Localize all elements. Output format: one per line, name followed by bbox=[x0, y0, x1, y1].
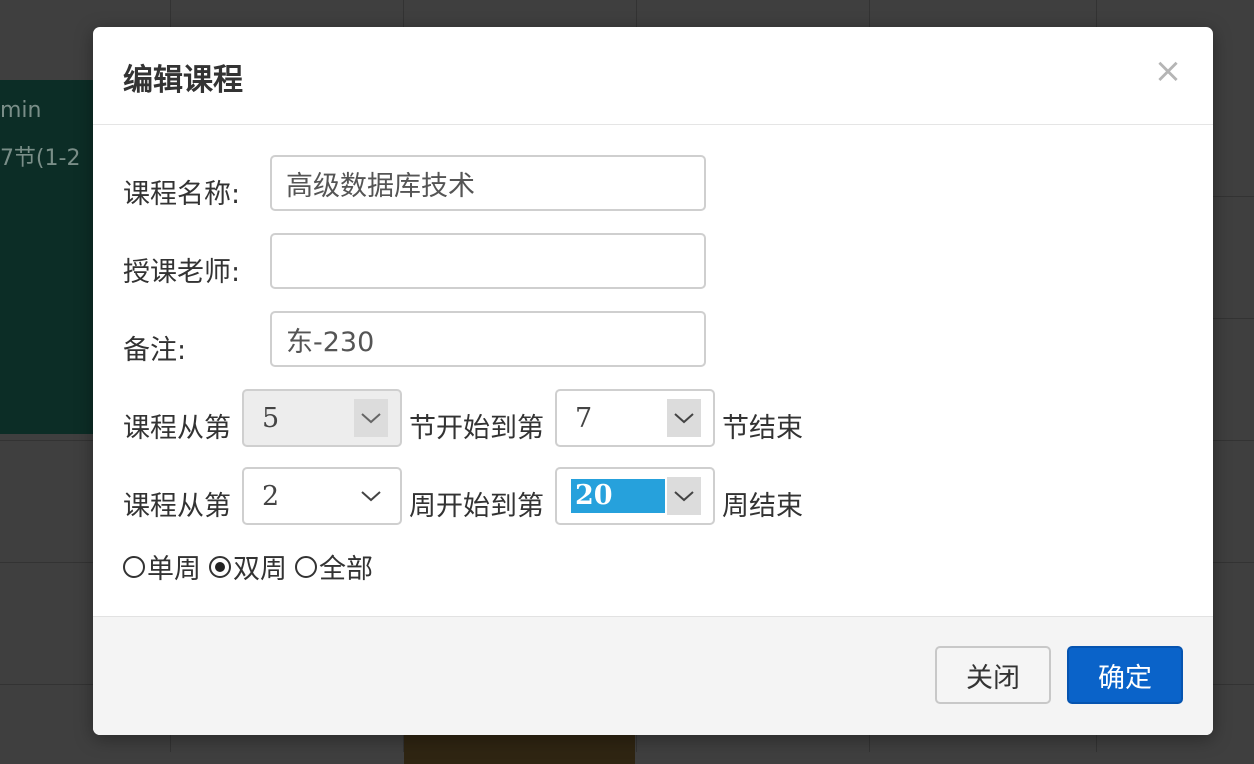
week-end-value: 20 bbox=[571, 479, 665, 513]
period-suffix-label: 节结束 bbox=[722, 413, 803, 444]
week-type-radio-group: 单周 双周 全部 bbox=[123, 547, 381, 586]
period-start-select[interactable]: 5 bbox=[242, 389, 402, 447]
week-middle-label: 周开始到第 bbox=[409, 491, 544, 522]
week-end-select[interactable]: 20 bbox=[555, 467, 715, 525]
remark-label: 备注: bbox=[123, 335, 187, 366]
period-start-value: 5 bbox=[262, 403, 280, 434]
chevron-down-icon bbox=[667, 399, 701, 437]
radio-circle-icon[interactable] bbox=[295, 555, 317, 578]
radio-circle-checked-icon[interactable] bbox=[209, 555, 231, 578]
week-start-value: 2 bbox=[262, 481, 280, 512]
close-icon[interactable]: × bbox=[1153, 53, 1183, 89]
dialog-footer: 关闭 确定 bbox=[93, 616, 1213, 735]
close-button[interactable]: 关闭 bbox=[935, 646, 1051, 704]
dialog-body: 课程名称: 授课老师: 备注: 课程从第 5 节开始到第 7 节结束 课程从第 … bbox=[93, 125, 1213, 617]
radio-all-weeks[interactable]: 全部 bbox=[295, 547, 373, 586]
chevron-down-icon bbox=[354, 399, 388, 437]
radio-circle-icon[interactable] bbox=[123, 555, 145, 578]
teacher-input[interactable] bbox=[270, 233, 706, 289]
radio-double-week[interactable]: 双周 bbox=[209, 547, 287, 586]
chevron-down-icon bbox=[354, 477, 388, 515]
course-name-label: 课程名称: bbox=[123, 179, 241, 210]
dialog-title: 编辑课程 bbox=[123, 63, 243, 98]
week-prefix-label: 课程从第 bbox=[123, 491, 231, 522]
period-middle-label: 节开始到第 bbox=[409, 413, 544, 444]
course-name-input[interactable] bbox=[270, 155, 706, 211]
remark-input[interactable] bbox=[270, 311, 706, 367]
background-course-block-2 bbox=[404, 734, 635, 764]
radio-single-week[interactable]: 单周 bbox=[123, 547, 201, 586]
chevron-down-icon bbox=[667, 477, 701, 515]
dialog-header: 编辑课程 × bbox=[93, 27, 1213, 125]
background-course-time: -7节(1-2 bbox=[0, 146, 81, 171]
week-start-select[interactable]: 2 bbox=[242, 467, 402, 525]
radio-single-week-label: 单周 bbox=[147, 554, 201, 585]
background-course-text: min bbox=[0, 98, 42, 123]
radio-double-week-label: 双周 bbox=[233, 554, 287, 585]
week-suffix-label: 周结束 bbox=[722, 491, 803, 522]
confirm-button[interactable]: 确定 bbox=[1067, 646, 1183, 704]
radio-all-weeks-label: 全部 bbox=[319, 554, 373, 585]
period-end-select[interactable]: 7 bbox=[555, 389, 715, 447]
period-prefix-label: 课程从第 bbox=[123, 413, 231, 444]
edit-course-dialog: 编辑课程 × 课程名称: 授课老师: 备注: 课程从第 5 节开始到第 7 节结… bbox=[93, 27, 1213, 735]
teacher-label: 授课老师: bbox=[123, 257, 241, 288]
background-course-block: min -7节(1-2 bbox=[0, 80, 95, 434]
period-end-value: 7 bbox=[575, 403, 593, 434]
